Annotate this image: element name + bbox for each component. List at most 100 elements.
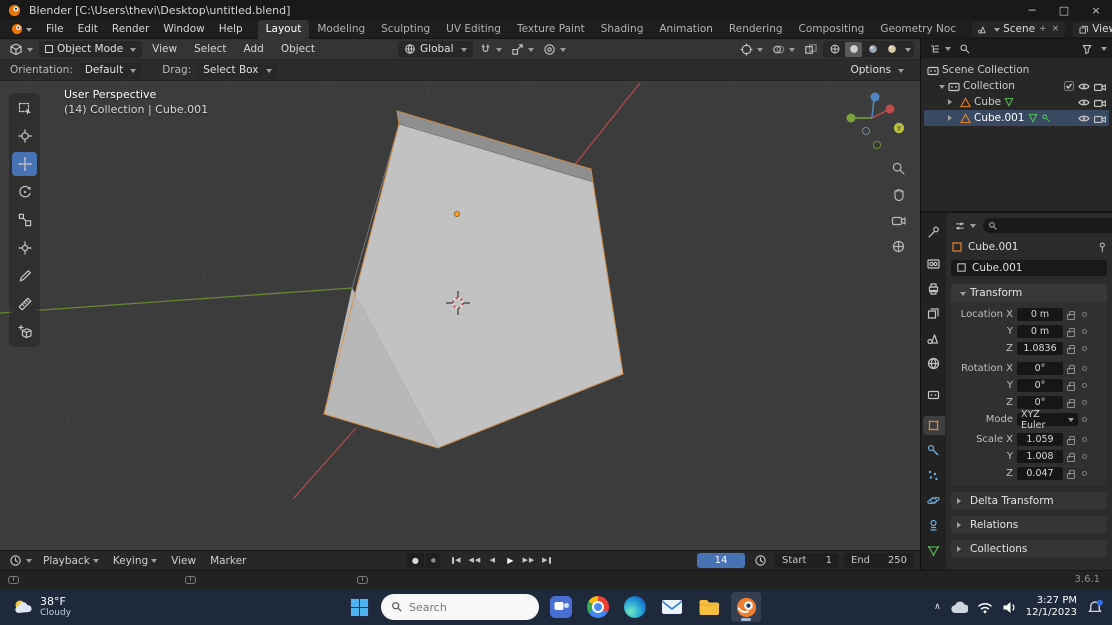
overlays-toggle-button[interactable] xyxy=(769,41,798,58)
workspace-tab-uv-editing[interactable]: UV Editing xyxy=(438,20,509,39)
previous-keyframe-button[interactable]: ◀◀ xyxy=(466,554,482,568)
hide-eye-icon[interactable] xyxy=(1078,98,1090,107)
scale-tool[interactable] xyxy=(12,208,37,232)
perspective-toggle-button[interactable] xyxy=(889,237,907,255)
lock-icon[interactable] xyxy=(1067,439,1075,445)
close-button[interactable]: × xyxy=(1080,0,1112,20)
rotation-x-field[interactable]: 0° xyxy=(1017,362,1063,375)
taskbar-chrome-icon[interactable] xyxy=(583,592,613,622)
outliner-row-cube-001[interactable]: Cube.001 xyxy=(924,110,1109,126)
workspace-tab-compositing[interactable]: Compositing xyxy=(791,20,873,39)
transform-panel-header[interactable]: Transform xyxy=(951,284,1107,302)
use-preview-range-button[interactable] xyxy=(751,552,770,569)
unlink-scene-icon[interactable]: × xyxy=(1051,24,1061,34)
menu-help[interactable]: Help xyxy=(212,20,250,39)
pin-icon[interactable] xyxy=(1096,241,1107,253)
shading-material-button[interactable] xyxy=(864,42,881,57)
taskbar-chat-app-icon[interactable] xyxy=(546,592,576,622)
filter-icon[interactable] xyxy=(1081,43,1093,55)
drag-dropdown[interactable]: Select Box xyxy=(197,62,277,79)
lock-icon[interactable] xyxy=(1067,456,1075,462)
maximize-button[interactable]: □ xyxy=(1048,0,1080,20)
notification-bell-icon[interactable] xyxy=(1086,599,1104,615)
disable-render-camera-icon[interactable] xyxy=(1094,114,1106,123)
tab-constraints[interactable] xyxy=(923,516,945,535)
auto-keying-record-button[interactable]: ● xyxy=(406,553,424,568)
outliner-editor-type-button[interactable] xyxy=(926,40,954,57)
mode-selector[interactable]: Object Mode xyxy=(39,41,142,58)
tab-modifiers[interactable] xyxy=(923,441,945,460)
scale-z-field[interactable]: 0.047 xyxy=(1017,467,1063,480)
workspace-tab-shading[interactable]: Shading xyxy=(593,20,652,39)
disable-render-camera-icon[interactable] xyxy=(1094,82,1106,91)
workspace-tab-sculpting[interactable]: Sculpting xyxy=(373,20,438,39)
lock-icon[interactable] xyxy=(1067,385,1075,391)
gizmos-toggle-button[interactable] xyxy=(737,41,766,58)
zoom-button[interactable] xyxy=(889,159,907,177)
disable-render-camera-icon[interactable] xyxy=(1094,98,1106,107)
cube-mesh-object[interactable] xyxy=(324,111,623,448)
jump-to-end-button[interactable]: ▶ xyxy=(538,554,554,568)
menu-select[interactable]: Select xyxy=(187,40,233,59)
workspace-tab-modeling[interactable]: Modeling xyxy=(309,20,373,39)
frame-end-field[interactable]: End 250 xyxy=(844,553,914,568)
menu-view[interactable]: View xyxy=(145,40,184,59)
taskbar-search-input[interactable] xyxy=(409,601,519,614)
menu-file[interactable]: File xyxy=(39,20,71,39)
animate-dot[interactable] xyxy=(1082,417,1087,422)
delta-transform-panel-header[interactable]: Delta Transform xyxy=(951,492,1107,510)
new-scene-icon[interactable]: + xyxy=(1038,24,1048,34)
animate-dot[interactable] xyxy=(1082,366,1087,371)
tab-view-layer[interactable] xyxy=(923,304,945,323)
3d-viewport[interactable]: Y User Perspective (14) Collection | Cub… xyxy=(0,81,920,550)
tab-scene[interactable] xyxy=(923,329,945,348)
taskbar-blender-icon[interactable] xyxy=(731,592,761,622)
select-box-tool[interactable] xyxy=(12,96,37,120)
scene-selector[interactable]: Scene + × xyxy=(972,22,1065,37)
lock-icon[interactable] xyxy=(1067,402,1075,408)
taskbar-clock[interactable]: 3:27 PM 12/1/2023 xyxy=(1026,595,1077,619)
workspace-tab-texture-paint[interactable]: Texture Paint xyxy=(509,20,593,39)
workspace-tab-animation[interactable]: Animation xyxy=(651,20,721,39)
menu-marker[interactable]: Marker xyxy=(204,555,252,567)
menu-window[interactable]: Window xyxy=(156,20,211,39)
snap-toggle-button[interactable] xyxy=(476,41,505,58)
move-tool[interactable] xyxy=(12,152,37,176)
play-button[interactable]: ▶ xyxy=(502,554,518,568)
outliner-row-collection[interactable]: Collection xyxy=(924,78,1109,94)
expand-icon[interactable] xyxy=(939,85,945,92)
properties-editor-type-button[interactable] xyxy=(951,217,979,234)
menu-playback[interactable]: Playback xyxy=(37,555,105,567)
hide-eye-icon[interactable] xyxy=(1078,82,1090,91)
tab-object-properties[interactable] xyxy=(923,416,945,435)
add-cube-tool[interactable] xyxy=(12,320,37,344)
measure-tool[interactable] xyxy=(12,292,37,316)
menu-add[interactable]: Add xyxy=(236,40,270,59)
properties-search-field[interactable] xyxy=(983,218,1112,233)
cursor-tool[interactable] xyxy=(12,124,37,148)
tab-collection[interactable] xyxy=(923,385,945,404)
relations-panel-header[interactable]: Relations xyxy=(951,516,1107,534)
taskbar-folder-icon[interactable] xyxy=(694,592,724,622)
snap-target-button[interactable] xyxy=(508,41,537,58)
location-z-field[interactable]: 1.0836 xyxy=(1017,342,1063,355)
outliner-row-cube[interactable]: Cube xyxy=(924,94,1109,110)
tab-physics[interactable] xyxy=(923,491,945,510)
search-icon[interactable] xyxy=(959,43,971,55)
options-button[interactable]: Options xyxy=(844,62,910,79)
lock-icon[interactable] xyxy=(1067,348,1075,354)
tab-output[interactable] xyxy=(923,279,945,298)
rotation-z-field[interactable]: 0° xyxy=(1017,396,1063,409)
workspace-tab-layout[interactable]: Layout xyxy=(258,20,310,39)
expand-icon[interactable] xyxy=(948,99,955,105)
menu-timeline-view[interactable]: View xyxy=(165,555,202,567)
animate-dot[interactable] xyxy=(1082,312,1087,317)
collections-panel-header[interactable]: Collections xyxy=(951,540,1107,558)
rotate-tool[interactable] xyxy=(12,180,37,204)
object-name-field[interactable]: Cube.001 xyxy=(951,260,1107,276)
rotation-y-field[interactable]: 0° xyxy=(1017,379,1063,392)
blender-menu-button[interactable] xyxy=(4,20,39,39)
timeline-editor-type-button[interactable] xyxy=(6,552,35,569)
expand-icon[interactable] xyxy=(948,115,955,121)
animate-dot[interactable] xyxy=(1082,454,1087,459)
